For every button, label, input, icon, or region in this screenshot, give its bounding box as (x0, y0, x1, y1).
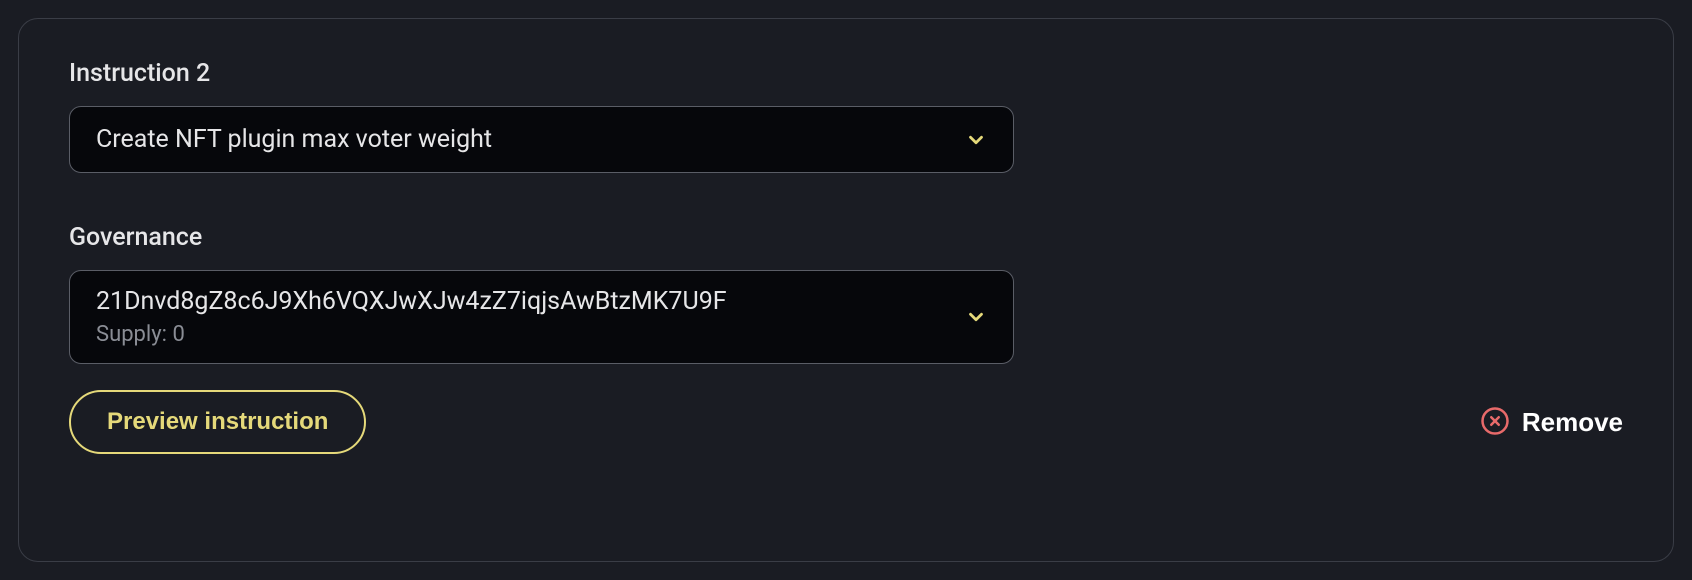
footer-row: Preview instruction Remove (69, 390, 1623, 454)
instruction-type-dropdown[interactable]: Create NFT plugin max voter weight (69, 106, 1014, 173)
governance-address: 21Dnvd8gZ8c6J9Xh6VQXJwXJw4zZ7iqjsAwBtzMK… (96, 287, 727, 316)
close-circle-icon (1480, 406, 1510, 439)
instruction-type-value: Create NFT plugin max voter weight (96, 125, 492, 154)
remove-label: Remove (1522, 407, 1623, 438)
instruction-title: Instruction 2 (69, 59, 1623, 88)
chevron-down-icon (965, 306, 987, 328)
governance-supply: Supply: 0 (96, 322, 727, 347)
chevron-down-icon (965, 129, 987, 151)
governance-title: Governance (69, 223, 1623, 252)
governance-content: 21Dnvd8gZ8c6J9Xh6VQXJwXJw4zZ7iqjsAwBtzMK… (96, 287, 727, 347)
instruction-card: Instruction 2 Create NFT plugin max vote… (18, 18, 1674, 562)
governance-dropdown[interactable]: 21Dnvd8gZ8c6J9Xh6VQXJwXJw4zZ7iqjsAwBtzMK… (69, 270, 1014, 364)
preview-instruction-button[interactable]: Preview instruction (69, 390, 366, 454)
remove-button[interactable]: Remove (1480, 406, 1623, 439)
